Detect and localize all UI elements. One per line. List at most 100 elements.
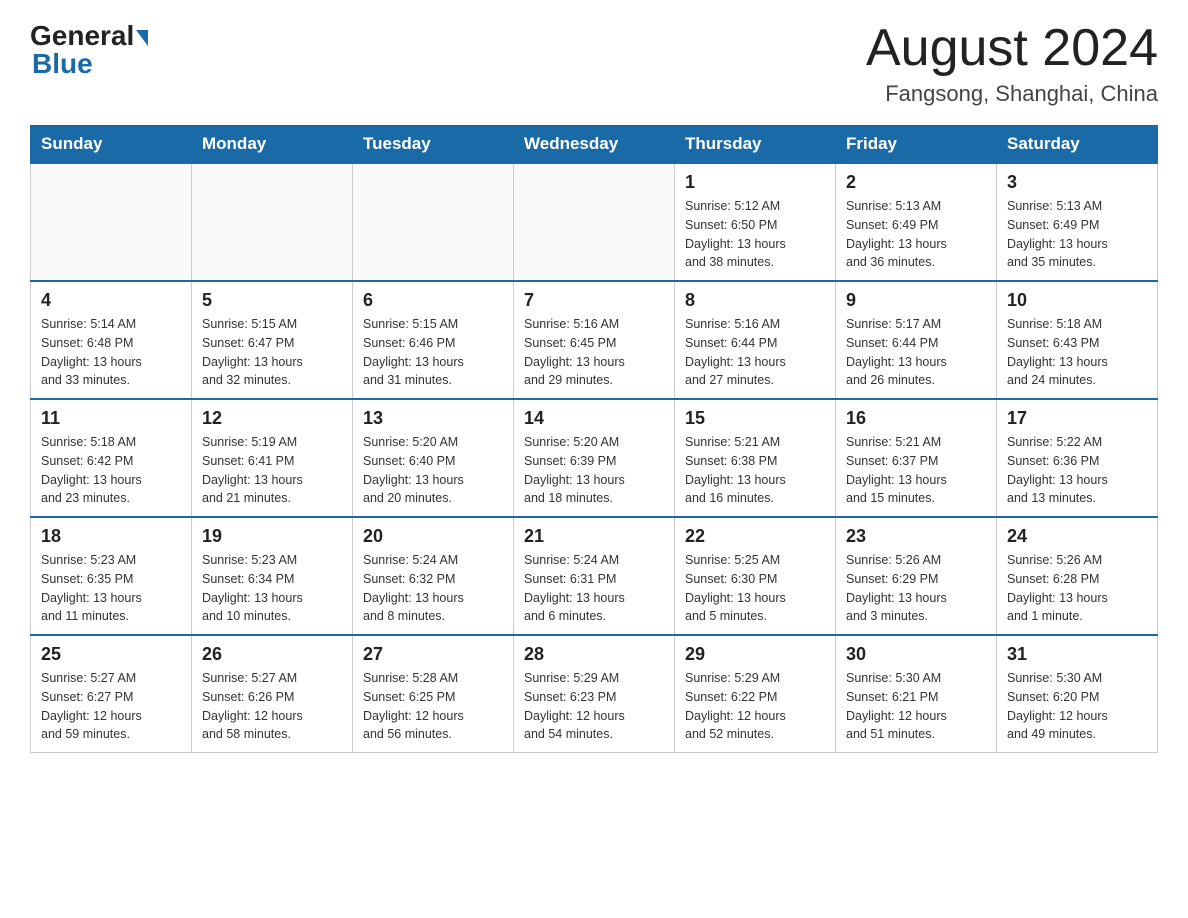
calendar-cell: 19 Sunrise: 5:23 AMSunset: 6:34 PMDayligh… <box>192 517 353 635</box>
day-number: 7 <box>524 290 664 311</box>
week-row-2: 4 Sunrise: 5:14 AMSunset: 6:48 PMDaylight… <box>31 281 1158 399</box>
day-info: Sunrise: 5:19 AMSunset: 6:41 PMDaylight:… <box>202 433 342 508</box>
calendar-cell: 28 Sunrise: 5:29 AMSunset: 6:23 PMDayligh… <box>514 635 675 753</box>
calendar-table: Sunday Monday Tuesday Wednesday Thursday… <box>30 125 1158 753</box>
col-wednesday: Wednesday <box>514 126 675 164</box>
day-info: Sunrise: 5:18 AMSunset: 6:43 PMDaylight:… <box>1007 315 1147 390</box>
day-info: Sunrise: 5:12 AMSunset: 6:50 PMDaylight:… <box>685 197 825 272</box>
calendar-cell: 17 Sunrise: 5:22 AMSunset: 6:36 PMDayligh… <box>997 399 1158 517</box>
calendar-cell: 3 Sunrise: 5:13 AMSunset: 6:49 PMDaylight… <box>997 163 1158 281</box>
day-number: 24 <box>1007 526 1147 547</box>
day-info: Sunrise: 5:21 AMSunset: 6:37 PMDaylight:… <box>846 433 986 508</box>
day-info: Sunrise: 5:21 AMSunset: 6:38 PMDaylight:… <box>685 433 825 508</box>
day-info: Sunrise: 5:15 AMSunset: 6:46 PMDaylight:… <box>363 315 503 390</box>
calendar-cell <box>31 163 192 281</box>
day-info: Sunrise: 5:22 AMSunset: 6:36 PMDaylight:… <box>1007 433 1147 508</box>
col-thursday: Thursday <box>675 126 836 164</box>
day-info: Sunrise: 5:17 AMSunset: 6:44 PMDaylight:… <box>846 315 986 390</box>
day-number: 23 <box>846 526 986 547</box>
day-info: Sunrise: 5:26 AMSunset: 6:28 PMDaylight:… <box>1007 551 1147 626</box>
day-info: Sunrise: 5:23 AMSunset: 6:34 PMDaylight:… <box>202 551 342 626</box>
day-info: Sunrise: 5:20 AMSunset: 6:40 PMDaylight:… <box>363 433 503 508</box>
calendar-cell: 8Sunrise: 5:16 AMSunset: 6:44 PMDaylight… <box>675 281 836 399</box>
day-number: 19 <box>202 526 342 547</box>
day-number: 22 <box>685 526 825 547</box>
calendar-cell: 18 Sunrise: 5:23 AMSunset: 6:35 PMDayligh… <box>31 517 192 635</box>
day-info: Sunrise: 5:27 AMSunset: 6:27 PMDaylight:… <box>41 669 181 744</box>
day-info: Sunrise: 5:30 AMSunset: 6:20 PMDaylight:… <box>1007 669 1147 744</box>
day-info: Sunrise: 5:28 AMSunset: 6:25 PMDaylight:… <box>363 669 503 744</box>
calendar-cell: 26 Sunrise: 5:27 AMSunset: 6:26 PMDayligh… <box>192 635 353 753</box>
calendar-cell <box>514 163 675 281</box>
day-number: 30 <box>846 644 986 665</box>
col-sunday: Sunday <box>31 126 192 164</box>
day-info: Sunrise: 5:16 AMSunset: 6:45 PMDaylight:… <box>524 315 664 390</box>
calendar-cell: 10 Sunrise: 5:18 AMSunset: 6:43 PMDayligh… <box>997 281 1158 399</box>
day-info: Sunrise: 5:27 AMSunset: 6:26 PMDaylight:… <box>202 669 342 744</box>
calendar-cell <box>192 163 353 281</box>
calendar-cell: 23Sunrise: 5:26 AMSunset: 6:29 PMDayligh… <box>836 517 997 635</box>
day-info: Sunrise: 5:14 AMSunset: 6:48 PMDaylight:… <box>41 315 181 390</box>
calendar-cell: 13 Sunrise: 5:20 AMSunset: 6:40 PMDayligh… <box>353 399 514 517</box>
logo: General Blue <box>30 20 148 80</box>
day-number: 12 <box>202 408 342 429</box>
day-info: Sunrise: 5:24 AMSunset: 6:31 PMDaylight:… <box>524 551 664 626</box>
calendar-header-row: Sunday Monday Tuesday Wednesday Thursday… <box>31 126 1158 164</box>
day-number: 15 <box>685 408 825 429</box>
logo-blue-text: Blue <box>32 48 93 80</box>
day-number: 21 <box>524 526 664 547</box>
location-subtitle: Fangsong, Shanghai, China <box>866 81 1158 107</box>
calendar-cell: 22Sunrise: 5:25 AMSunset: 6:30 PMDayligh… <box>675 517 836 635</box>
day-info: Sunrise: 5:29 AMSunset: 6:22 PMDaylight:… <box>685 669 825 744</box>
calendar-cell: 21 Sunrise: 5:24 AMSunset: 6:31 PMDayligh… <box>514 517 675 635</box>
day-number: 3 <box>1007 172 1147 193</box>
day-number: 10 <box>1007 290 1147 311</box>
calendar-cell: 31Sunrise: 5:30 AMSunset: 6:20 PMDayligh… <box>997 635 1158 753</box>
calendar-cell: 4 Sunrise: 5:14 AMSunset: 6:48 PMDaylight… <box>31 281 192 399</box>
day-number: 4 <box>41 290 181 311</box>
day-number: 8 <box>685 290 825 311</box>
calendar-cell: 24 Sunrise: 5:26 AMSunset: 6:28 PMDayligh… <box>997 517 1158 635</box>
col-monday: Monday <box>192 126 353 164</box>
week-row-5: 25Sunrise: 5:27 AMSunset: 6:27 PMDayligh… <box>31 635 1158 753</box>
calendar-cell: 16 Sunrise: 5:21 AMSunset: 6:37 PMDayligh… <box>836 399 997 517</box>
title-area: August 2024 Fangsong, Shanghai, China <box>866 20 1158 107</box>
page-header: General Blue August 2024 Fangsong, Shang… <box>30 20 1158 107</box>
day-info: Sunrise: 5:13 AMSunset: 6:49 PMDaylight:… <box>846 197 986 272</box>
calendar-cell: 27Sunrise: 5:28 AMSunset: 6:25 PMDayligh… <box>353 635 514 753</box>
day-info: Sunrise: 5:20 AMSunset: 6:39 PMDaylight:… <box>524 433 664 508</box>
month-title: August 2024 <box>866 20 1158 77</box>
calendar-cell: 29 Sunrise: 5:29 AMSunset: 6:22 PMDayligh… <box>675 635 836 753</box>
day-number: 28 <box>524 644 664 665</box>
day-info: Sunrise: 5:13 AMSunset: 6:49 PMDaylight:… <box>1007 197 1147 272</box>
week-row-4: 18 Sunrise: 5:23 AMSunset: 6:35 PMDayligh… <box>31 517 1158 635</box>
calendar-cell: 11Sunrise: 5:18 AMSunset: 6:42 PMDayligh… <box>31 399 192 517</box>
day-number: 1 <box>685 172 825 193</box>
day-info: Sunrise: 5:29 AMSunset: 6:23 PMDaylight:… <box>524 669 664 744</box>
calendar-cell: 2Sunrise: 5:13 AMSunset: 6:49 PMDaylight… <box>836 163 997 281</box>
day-info: Sunrise: 5:15 AMSunset: 6:47 PMDaylight:… <box>202 315 342 390</box>
day-number: 16 <box>846 408 986 429</box>
calendar-cell: 12 Sunrise: 5:19 AMSunset: 6:41 PMDayligh… <box>192 399 353 517</box>
week-row-3: 11Sunrise: 5:18 AMSunset: 6:42 PMDayligh… <box>31 399 1158 517</box>
calendar-cell: 20Sunrise: 5:24 AMSunset: 6:32 PMDayligh… <box>353 517 514 635</box>
col-friday: Friday <box>836 126 997 164</box>
calendar-cell: 9Sunrise: 5:17 AMSunset: 6:44 PMDaylight… <box>836 281 997 399</box>
logo-arrow-icon <box>136 30 148 46</box>
day-info: Sunrise: 5:23 AMSunset: 6:35 PMDaylight:… <box>41 551 181 626</box>
day-number: 6 <box>363 290 503 311</box>
day-info: Sunrise: 5:24 AMSunset: 6:32 PMDaylight:… <box>363 551 503 626</box>
day-number: 26 <box>202 644 342 665</box>
calendar-cell: 25Sunrise: 5:27 AMSunset: 6:27 PMDayligh… <box>31 635 192 753</box>
day-number: 5 <box>202 290 342 311</box>
day-number: 14 <box>524 408 664 429</box>
day-number: 18 <box>41 526 181 547</box>
day-number: 11 <box>41 408 181 429</box>
calendar-cell: 6 Sunrise: 5:15 AMSunset: 6:46 PMDaylight… <box>353 281 514 399</box>
calendar-cell: 14 Sunrise: 5:20 AMSunset: 6:39 PMDayligh… <box>514 399 675 517</box>
calendar-cell <box>353 163 514 281</box>
week-row-1: 1 Sunrise: 5:12 AMSunset: 6:50 PMDaylight… <box>31 163 1158 281</box>
day-number: 17 <box>1007 408 1147 429</box>
day-number: 29 <box>685 644 825 665</box>
day-number: 13 <box>363 408 503 429</box>
